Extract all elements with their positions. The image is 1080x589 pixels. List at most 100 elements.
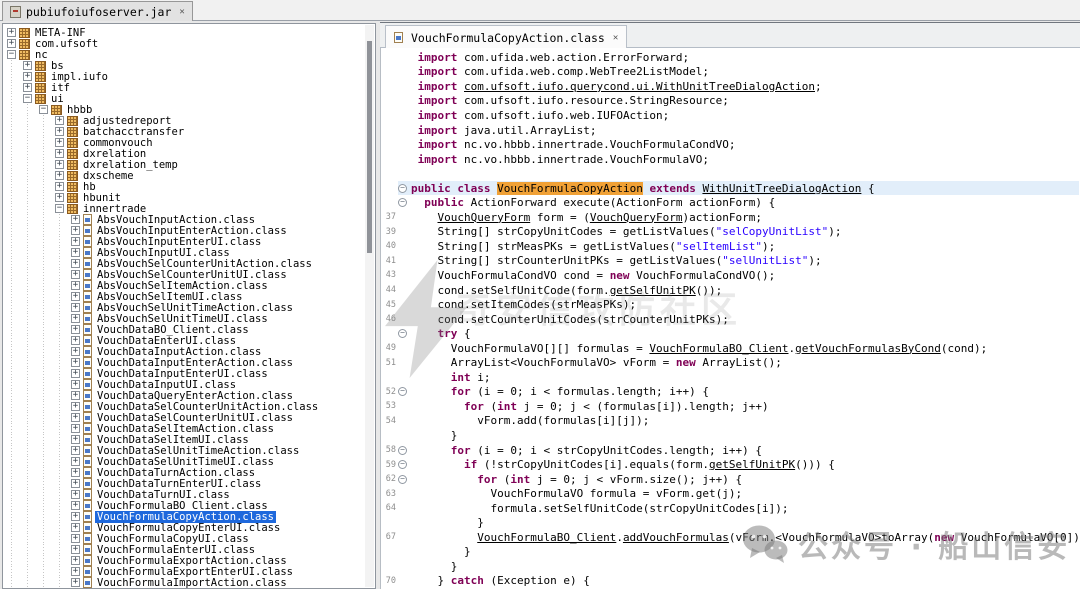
tree-item[interactable]: +adjustedreport <box>3 115 363 126</box>
tree-item[interactable]: +VouchDataSelCounterUnitUI.class <box>3 412 363 423</box>
fold-collapse-icon[interactable]: − <box>398 329 407 338</box>
expand-toggle-icon[interactable]: + <box>7 28 16 37</box>
expand-toggle-icon[interactable]: + <box>71 446 80 455</box>
tree-item[interactable]: +dxscheme <box>3 170 363 181</box>
tree-item[interactable]: +VouchDataEnterUI.class <box>3 335 363 346</box>
collapse-toggle-icon[interactable]: − <box>39 105 48 114</box>
code-link[interactable]: VouchQueryForm <box>590 211 683 224</box>
collapse-toggle-icon[interactable]: − <box>7 50 16 59</box>
expand-toggle-icon[interactable]: + <box>71 457 80 466</box>
tree-item[interactable]: +VouchDataTurnAction.class <box>3 467 363 478</box>
expand-toggle-icon[interactable]: + <box>71 303 80 312</box>
expand-toggle-icon[interactable]: + <box>71 490 80 499</box>
tree-item[interactable]: +hbunit <box>3 192 363 203</box>
tree-item[interactable]: +VouchFormulaExportAction.class <box>3 555 363 566</box>
tree-item[interactable]: +AbsVouchInputEnterAction.class <box>3 225 363 236</box>
tree-item[interactable]: +VouchDataSelCounterUnitAction.class <box>3 401 363 412</box>
tree-item[interactable]: +VouchFormulaCopyEnterUI.class <box>3 522 363 533</box>
expand-toggle-icon[interactable]: + <box>71 501 80 510</box>
fold-collapse-icon[interactable]: − <box>398 475 407 484</box>
code-link[interactable]: WithUnitTreeDialogAction <box>702 182 861 195</box>
tree-item-label[interactable]: ui <box>49 93 66 105</box>
tree-item[interactable]: +AbsVouchInputEnterUI.class <box>3 236 363 247</box>
expand-toggle-icon[interactable]: + <box>71 358 80 367</box>
expand-toggle-icon[interactable]: + <box>71 281 80 290</box>
expand-toggle-icon[interactable]: + <box>71 325 80 334</box>
tree-item[interactable]: +dxrelation <box>3 148 363 159</box>
tree-item[interactable]: +VouchDataInputUI.class <box>3 379 363 390</box>
expand-toggle-icon[interactable]: + <box>71 226 80 235</box>
code-link[interactable]: VouchQueryForm <box>438 211 531 224</box>
code-link[interactable]: VouchFormulaBO_Client <box>477 531 616 544</box>
expand-toggle-icon[interactable]: + <box>71 556 80 565</box>
tree-item[interactable]: − nc <box>3 49 363 60</box>
tree-item[interactable]: +VouchDataQueryEnterAction.class <box>3 390 363 401</box>
code-link[interactable]: com.ufsoft.iufo.querycond.ui.WithUnitTre… <box>464 80 815 93</box>
tree-item[interactable]: +META-INF <box>3 27 363 38</box>
fold-collapse-icon[interactable]: − <box>398 184 407 193</box>
tree-item[interactable]: +VouchDataSelUnitTimeUI.class <box>3 456 363 467</box>
jar-file-tab[interactable]: pubiufoiufoserver.jar ✕ <box>2 1 193 21</box>
tree-item[interactable]: +batchacctransfer <box>3 126 363 137</box>
tree-item[interactable]: +VouchFormulaEnterUI.class <box>3 544 363 555</box>
tree-item[interactable]: +AbsVouchInputUI.class <box>3 247 363 258</box>
fold-collapse-icon[interactable]: − <box>398 460 407 469</box>
expand-toggle-icon[interactable]: + <box>55 182 64 191</box>
code-link[interactable]: getVouchFormulasByCond <box>795 342 941 355</box>
expand-toggle-icon[interactable]: + <box>71 402 80 411</box>
tree-item[interactable]: +VouchFormulaCopyUI.class <box>3 533 363 544</box>
fold-collapse-icon[interactable]: − <box>398 387 407 396</box>
expand-toggle-icon[interactable]: + <box>55 138 64 147</box>
expand-toggle-icon[interactable]: + <box>71 391 80 400</box>
expand-toggle-icon[interactable]: + <box>23 61 32 70</box>
tree-item[interactable]: +AbsVouchSelItemAction.class <box>3 280 363 291</box>
expand-toggle-icon[interactable]: + <box>71 567 80 576</box>
expand-toggle-icon[interactable]: + <box>71 237 80 246</box>
tree-item[interactable]: +hb <box>3 181 363 192</box>
fold-collapse-icon[interactable]: − <box>398 446 407 455</box>
code-link[interactable]: addVouchFormulas <box>623 531 729 544</box>
tree-item[interactable]: +itf <box>3 82 363 93</box>
expand-toggle-icon[interactable]: + <box>55 127 64 136</box>
expand-toggle-icon[interactable]: + <box>71 259 80 268</box>
close-icon[interactable]: ✕ <box>179 7 184 17</box>
class-file-tab[interactable]: VouchFormulaCopyAction.class ✕ <box>385 25 627 49</box>
close-icon[interactable]: ✕ <box>613 33 618 43</box>
tree-item[interactable]: +bs <box>3 60 363 71</box>
expand-toggle-icon[interactable]: + <box>71 270 80 279</box>
expand-toggle-icon[interactable]: + <box>23 83 32 92</box>
fold-collapse-icon[interactable]: − <box>398 198 407 207</box>
tree-item[interactable]: −ui <box>3 93 363 104</box>
expand-toggle-icon[interactable]: + <box>71 336 80 345</box>
tree-item[interactable]: +VouchDataSelItemUI.class <box>3 434 363 445</box>
expand-toggle-icon[interactable]: + <box>55 116 64 125</box>
code-editor[interactable]: import com.ufida.web.action.ErrorForward… <box>380 48 1080 589</box>
expand-toggle-icon[interactable]: + <box>71 523 80 532</box>
tree-item[interactable]: +com.ufsoft <box>3 38 363 49</box>
expand-toggle-icon[interactable]: + <box>71 413 80 422</box>
expand-toggle-icon[interactable]: + <box>71 479 80 488</box>
expand-toggle-icon[interactable]: + <box>71 215 80 224</box>
tree-item[interactable]: +VouchDataTurnUI.class <box>3 489 363 500</box>
tree-item-label[interactable]: nc <box>33 49 50 61</box>
tree-item[interactable]: +AbsVouchSelCounterUnitAction.class <box>3 258 363 269</box>
expand-toggle-icon[interactable]: + <box>71 292 80 301</box>
expand-toggle-icon[interactable]: + <box>55 160 64 169</box>
expand-toggle-icon[interactable]: + <box>71 369 80 378</box>
expand-toggle-icon[interactable]: + <box>55 171 64 180</box>
expand-toggle-icon[interactable]: + <box>55 149 64 158</box>
tree-item[interactable]: +VouchFormulaBO_Client.class <box>3 500 363 511</box>
expand-toggle-icon[interactable]: + <box>71 380 80 389</box>
expand-toggle-icon[interactable]: + <box>71 435 80 444</box>
tree-item-label[interactable]: VouchFormulaImportAction.class <box>95 577 289 589</box>
tree-scrollbar[interactable] <box>365 25 374 587</box>
expand-toggle-icon[interactable]: + <box>71 314 80 323</box>
tree-item[interactable]: +VouchDataSelUnitTimeAction.class <box>3 445 363 456</box>
expand-toggle-icon[interactable]: + <box>71 512 80 521</box>
expand-toggle-icon[interactable]: + <box>55 193 64 202</box>
tree-item[interactable]: +dxrelation_temp <box>3 159 363 170</box>
expand-toggle-icon[interactable]: + <box>23 72 32 81</box>
tree-item[interactable]: +impl.iufo <box>3 71 363 82</box>
code-link[interactable]: VouchFormulaBO_Client <box>649 342 788 355</box>
tree-item[interactable]: +VouchDataTurnEnterUI.class <box>3 478 363 489</box>
